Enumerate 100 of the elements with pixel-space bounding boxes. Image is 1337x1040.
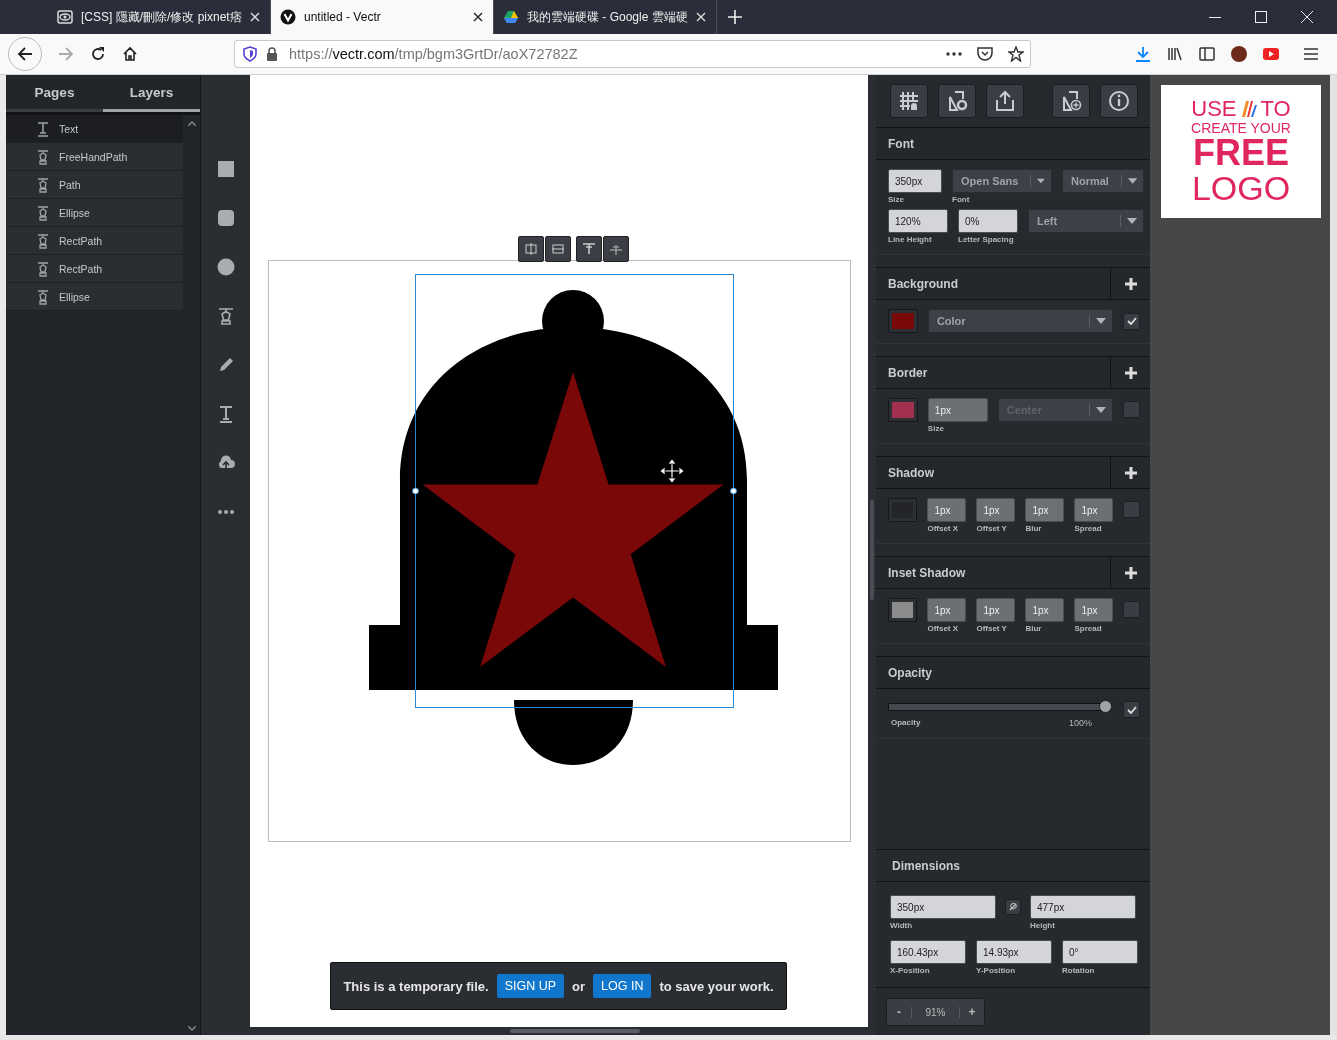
align-button[interactable] <box>603 236 629 262</box>
align-horizontal-icon <box>524 242 538 256</box>
document-plus-icon <box>1060 90 1082 112</box>
input-field[interactable]: 120% <box>888 209 948 233</box>
input-field[interactable]: 1px <box>1025 498 1065 522</box>
scrollbar[interactable] <box>1330 75 1337 1035</box>
caret-down-icon <box>1096 318 1107 324</box>
zoom-out-button[interactable]: - <box>887 1005 911 1019</box>
layer-row[interactable]: RectPath <box>6 255 183 283</box>
checkbox[interactable] <box>1123 701 1140 718</box>
plus-icon[interactable] <box>727 9 743 25</box>
pen-tool-icon[interactable] <box>216 307 235 325</box>
zoom-in-button[interactable]: + <box>960 1005 984 1019</box>
caret-down-icon <box>1037 178 1045 184</box>
toolbar-button[interactable] <box>1100 84 1138 118</box>
address-bar[interactable]: https://vectr.com/tmp/bgm3GrtDr/aoX72782Z <box>234 40 1031 68</box>
layer-row[interactable]: FreeHandPath <box>6 143 183 171</box>
sidebar-icon[interactable] <box>1199 46 1215 62</box>
align-button[interactable] <box>545 236 571 262</box>
star-icon[interactable] <box>1008 46 1024 62</box>
input-field[interactable]: 477px <box>1030 895 1136 919</box>
layer-row[interactable]: Ellipse <box>6 283 183 311</box>
more-dots-icon[interactable] <box>946 52 962 56</box>
shield-icon[interactable] <box>243 46 257 62</box>
layer-row[interactable]: RectPath <box>6 227 183 255</box>
toolbar-button[interactable] <box>938 84 976 118</box>
avatar-icon[interactable] <box>1231 46 1247 62</box>
close-icon[interactable] <box>473 12 483 22</box>
dropdown[interactable]: Left <box>1028 209 1144 233</box>
panel-tab[interactable]: Pages <box>6 75 103 112</box>
layer-row[interactable]: Ellipse <box>6 199 183 227</box>
slider-thumb[interactable] <box>1099 700 1112 713</box>
browser-tab[interactable]: untitled - Vectr <box>271 0 494 34</box>
input-field[interactable]: 1px <box>927 598 967 622</box>
sign-up-button[interactable]: SIGN UP <box>496 974 565 998</box>
ad-text: LOGO <box>1191 171 1291 205</box>
input-field[interactable]: 0% <box>958 209 1018 233</box>
library-icon[interactable] <box>1167 46 1183 62</box>
input-field[interactable]: 1px <box>927 498 967 522</box>
menu-icon[interactable] <box>1303 47 1319 61</box>
caret-down-icon[interactable] <box>187 1026 196 1031</box>
input-field[interactable]: 1px <box>1074 598 1114 622</box>
maximize-icon[interactable] <box>1255 11 1267 23</box>
input-field[interactable]: 14.93px <box>976 940 1052 964</box>
link-button[interactable] <box>1005 899 1021 915</box>
video-icon[interactable] <box>1263 48 1279 60</box>
ad-banner[interactable]: USE TO CREATE YOUR FREE LOGO <box>1161 85 1321 218</box>
toolbar-button[interactable] <box>986 84 1024 118</box>
pen-tool-icon <box>36 176 50 193</box>
toolbar-button[interactable] <box>890 84 928 118</box>
input-field[interactable]: 1px <box>976 598 1016 622</box>
checkbox[interactable] <box>1123 601 1140 618</box>
layer-name: Ellipse <box>59 206 90 219</box>
reload-icon[interactable] <box>90 46 106 62</box>
layer-row[interactable]: Path <box>6 171 183 199</box>
rectangle-tool-icon[interactable] <box>216 160 235 178</box>
align-vertical-icon <box>551 242 565 256</box>
download-icon[interactable] <box>1135 46 1151 62</box>
input-field[interactable]: 1px <box>1074 498 1114 522</box>
layer-row[interactable]: Text <box>6 115 183 143</box>
align-button[interactable] <box>518 236 544 262</box>
scrollbar[interactable] <box>868 75 876 1035</box>
caret-up-icon[interactable] <box>187 121 196 126</box>
checkbox[interactable] <box>1123 401 1140 418</box>
field-label: Size <box>927 424 945 433</box>
selection-box[interactable] <box>412 274 737 708</box>
star-shape[interactable] <box>422 372 724 667</box>
slider-track[interactable] <box>888 700 1112 714</box>
section-title: Dimensions <box>891 858 960 873</box>
pocket-icon[interactable] <box>977 46 993 62</box>
pen-tool-icon <box>36 260 50 277</box>
home-icon[interactable] <box>122 46 138 62</box>
dropdown[interactable]: Open Sans <box>952 169 1052 193</box>
log-in-button[interactable]: LOG IN <box>593 974 652 998</box>
pen-tool-icon <box>36 204 50 221</box>
section-title: Font <box>887 136 914 151</box>
scrollbar-thumb[interactable] <box>510 1029 640 1033</box>
tab-title: 我的雲端硬碟 - Google 雲端硬 <box>527 8 688 26</box>
input-field[interactable]: 0° <box>1062 940 1138 964</box>
layer-name: RectPath <box>59 234 103 247</box>
rounded-rectangle-tool-icon[interactable] <box>216 209 235 227</box>
dropdown[interactable]: Color <box>927 309 1114 333</box>
input-field[interactable]: 350px <box>888 169 942 193</box>
caret-down-icon <box>1127 218 1137 224</box>
caret-down-icon <box>1096 407 1107 413</box>
align-button[interactable] <box>576 236 602 262</box>
input-field[interactable]: 350px <box>890 895 996 919</box>
plus-icon <box>1124 366 1137 379</box>
input-field[interactable]: 160.43px <box>890 940 966 964</box>
checkbox[interactable] <box>1123 501 1140 518</box>
input-field[interactable]: 1px <box>976 498 1016 522</box>
input-field[interactable]: 1px <box>927 398 988 422</box>
checkbox[interactable] <box>1123 312 1140 330</box>
scrollbar-thumb[interactable] <box>870 500 874 600</box>
ellipse-tool-icon[interactable] <box>216 258 235 276</box>
text-icon <box>36 120 50 137</box>
check-icon <box>1126 705 1137 714</box>
input-field[interactable]: 1px <box>1025 598 1065 622</box>
dropdown[interactable]: Normal <box>1062 169 1144 193</box>
toolbar-button[interactable] <box>1052 84 1090 118</box>
